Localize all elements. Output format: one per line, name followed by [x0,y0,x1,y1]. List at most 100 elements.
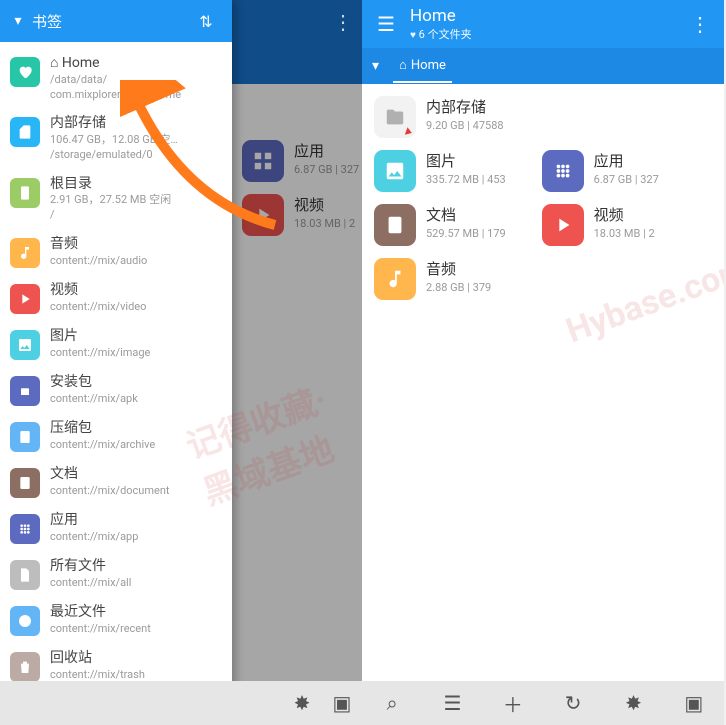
left-screen: 应用6.87 GB | 327 视频18.03 MB | 2 ▾ 书签 ⇅ ⌂ … [0,0,362,725]
bookmark-name: 内部存储 [50,115,178,132]
bookmark-item[interactable]: ⌂ Home /data/data/ com.mixplorer.silver/… [0,48,232,108]
item-name: 内部存储 [426,96,504,117]
item-name: 文档 [426,204,506,225]
select-icon[interactable]: ▣ [322,691,362,715]
grid-item[interactable]: 文档 529.57 MB | 179 [372,198,540,252]
play-icon [542,204,584,246]
grid-item[interactable]: 应用 6.87 GB | 327 [540,144,708,198]
bookmark-meta: content://mix/app [50,530,138,544]
bookmark-meta: content://mix/recent [50,622,151,636]
bookmark-name: ⌂ Home [50,55,181,72]
item-name: 视频 [594,204,655,225]
bookmark-item[interactable]: 最近文件 content://mix/recent [0,597,232,643]
item-name: 应用 [594,150,659,171]
apps-icon [10,514,40,544]
bookmark-name: 文档 [50,466,170,483]
bookmark-meta: content://mix/audio [50,254,147,268]
refresh-icon[interactable]: ↻ [553,691,593,715]
bookmark-meta: / [50,208,171,222]
phone-icon [10,178,40,208]
grid-item[interactable]: 音频 2.88 GB | 379 [372,252,540,306]
play-icon [10,284,40,314]
item-meta: 9.20 GB | 47588 [426,119,504,132]
tab-label: Home [411,58,446,73]
bookmark-name: 图片 [50,328,150,345]
bookmark-item[interactable]: 安装包 content://mix/apk [0,367,232,413]
folder-icon [374,96,416,138]
bookmark-meta: content://mix/document [50,484,170,498]
grid-item[interactable]: 图片 335.72 MB | 453 [372,144,540,198]
zip-icon [10,422,40,452]
home-icon: ⌂ [399,57,407,73]
bookmark-name: 视频 [50,282,146,299]
bookmark-item[interactable]: 应用 content://mix/app [0,505,232,551]
tab-home[interactable]: ⌂ Home [393,49,452,83]
bookmark-item[interactable]: 压缩包 content://mix/archive [0,413,232,459]
bookmarks-drawer: ▾ 书签 ⇅ ⌂ Home /data/data/ com.mixplorer.… [0,0,232,725]
search-icon[interactable]: ⌕ [372,691,412,715]
bookmark-item[interactable]: 根目录 2.91 GB，27.52 MB 空闲 / [0,169,232,229]
bookmark-meta: com.mixplorer.silver/home [50,88,181,102]
right-screen: ☰ Home 6 个文件夹 ⋮ ▾ ⌂ Home 内部存储 9.20 GB | … [362,0,724,725]
doc-icon [10,468,40,498]
bookmark-meta: content://mix/image [50,346,150,360]
bookmark-item[interactable]: 视频 content://mix/video [0,275,232,321]
bookmark-name: 最近文件 [50,604,151,621]
file-icon [10,560,40,590]
tab-bar: ▾ ⌂ Home [362,48,724,84]
bookmark-item[interactable]: 音频 content://mix/audio [0,229,232,275]
image-icon [374,150,416,192]
file-grid: 内部存储 9.20 GB | 47588 图片 335.72 MB | 453 … [362,84,724,312]
dropdown-icon[interactable]: ▾ [10,5,26,37]
sd-icon [10,117,40,147]
bookmark-name: 所有文件 [50,558,131,575]
clock-icon [10,606,40,636]
image-icon [10,330,40,360]
bookmark-meta: /storage/emulated/0 [50,148,178,162]
add-icon[interactable]: ＋ [493,689,533,718]
extension-icon[interactable]: ✸ [613,691,653,715]
bookmark-meta: /data/data/ [50,73,181,87]
bookmark-name: 音频 [50,236,147,253]
bookmark-item[interactable]: 图片 content://mix/image [0,321,232,367]
bookmark-item[interactable]: 所有文件 content://mix/all [0,551,232,597]
overflow-icon[interactable]: ⋮ [333,10,353,34]
view-icon[interactable]: ☰ [432,691,472,715]
music-icon [374,258,416,300]
bookmark-meta: 106.47 GB，12.08 GB 空… [50,133,178,147]
bookmark-item[interactable]: 文档 content://mix/document [0,459,232,505]
item-meta: 529.57 MB | 179 [426,227,506,240]
sort-icon[interactable]: ⇅ [190,5,222,37]
header-subtitle: 6 个文件夹 [410,26,472,42]
bookmark-item[interactable]: 内部存储 106.47 GB，12.08 GB 空… /storage/emul… [0,108,232,168]
drawer-title: 书签 [32,11,190,32]
bookmark-meta: content://mix/video [50,300,146,314]
heart-icon [10,57,40,87]
item-meta: 6.87 GB | 327 [594,173,659,186]
grid-item[interactable]: 视频 18.03 MB | 2 [540,198,708,252]
header-title: Home [410,6,472,26]
select-icon[interactable]: ▣ [674,691,714,715]
doc-icon [374,204,416,246]
music-icon [10,238,40,268]
bookmark-meta: content://mix/apk [50,392,138,406]
bookmark-name: 根目录 [50,176,171,193]
header: ☰ Home 6 个文件夹 ⋮ [362,0,724,48]
bookmark-name: 应用 [50,512,138,529]
apps-icon [542,150,584,192]
chevron-down-icon[interactable]: ▾ [372,58,379,74]
item-name: 图片 [426,150,506,171]
android-icon [10,376,40,406]
bookmarks-list[interactable]: ⌂ Home /data/data/ com.mixplorer.silver/… [0,42,232,725]
item-meta: 2.88 GB | 379 [426,281,491,294]
item-meta: 335.72 MB | 453 [426,173,506,186]
menu-icon[interactable]: ☰ [370,8,402,40]
grid-item[interactable]: 内部存储 9.20 GB | 47588 [372,90,714,144]
extension-icon[interactable]: ✸ [282,691,322,715]
bookmark-meta: content://mix/trash [50,668,145,682]
bookmark-name: 安装包 [50,374,138,391]
item-name: 音频 [426,258,491,279]
overflow-icon[interactable]: ⋮ [684,8,716,40]
bookmark-meta: content://mix/all [50,576,131,590]
drawer-header: ▾ 书签 ⇅ [0,0,232,42]
